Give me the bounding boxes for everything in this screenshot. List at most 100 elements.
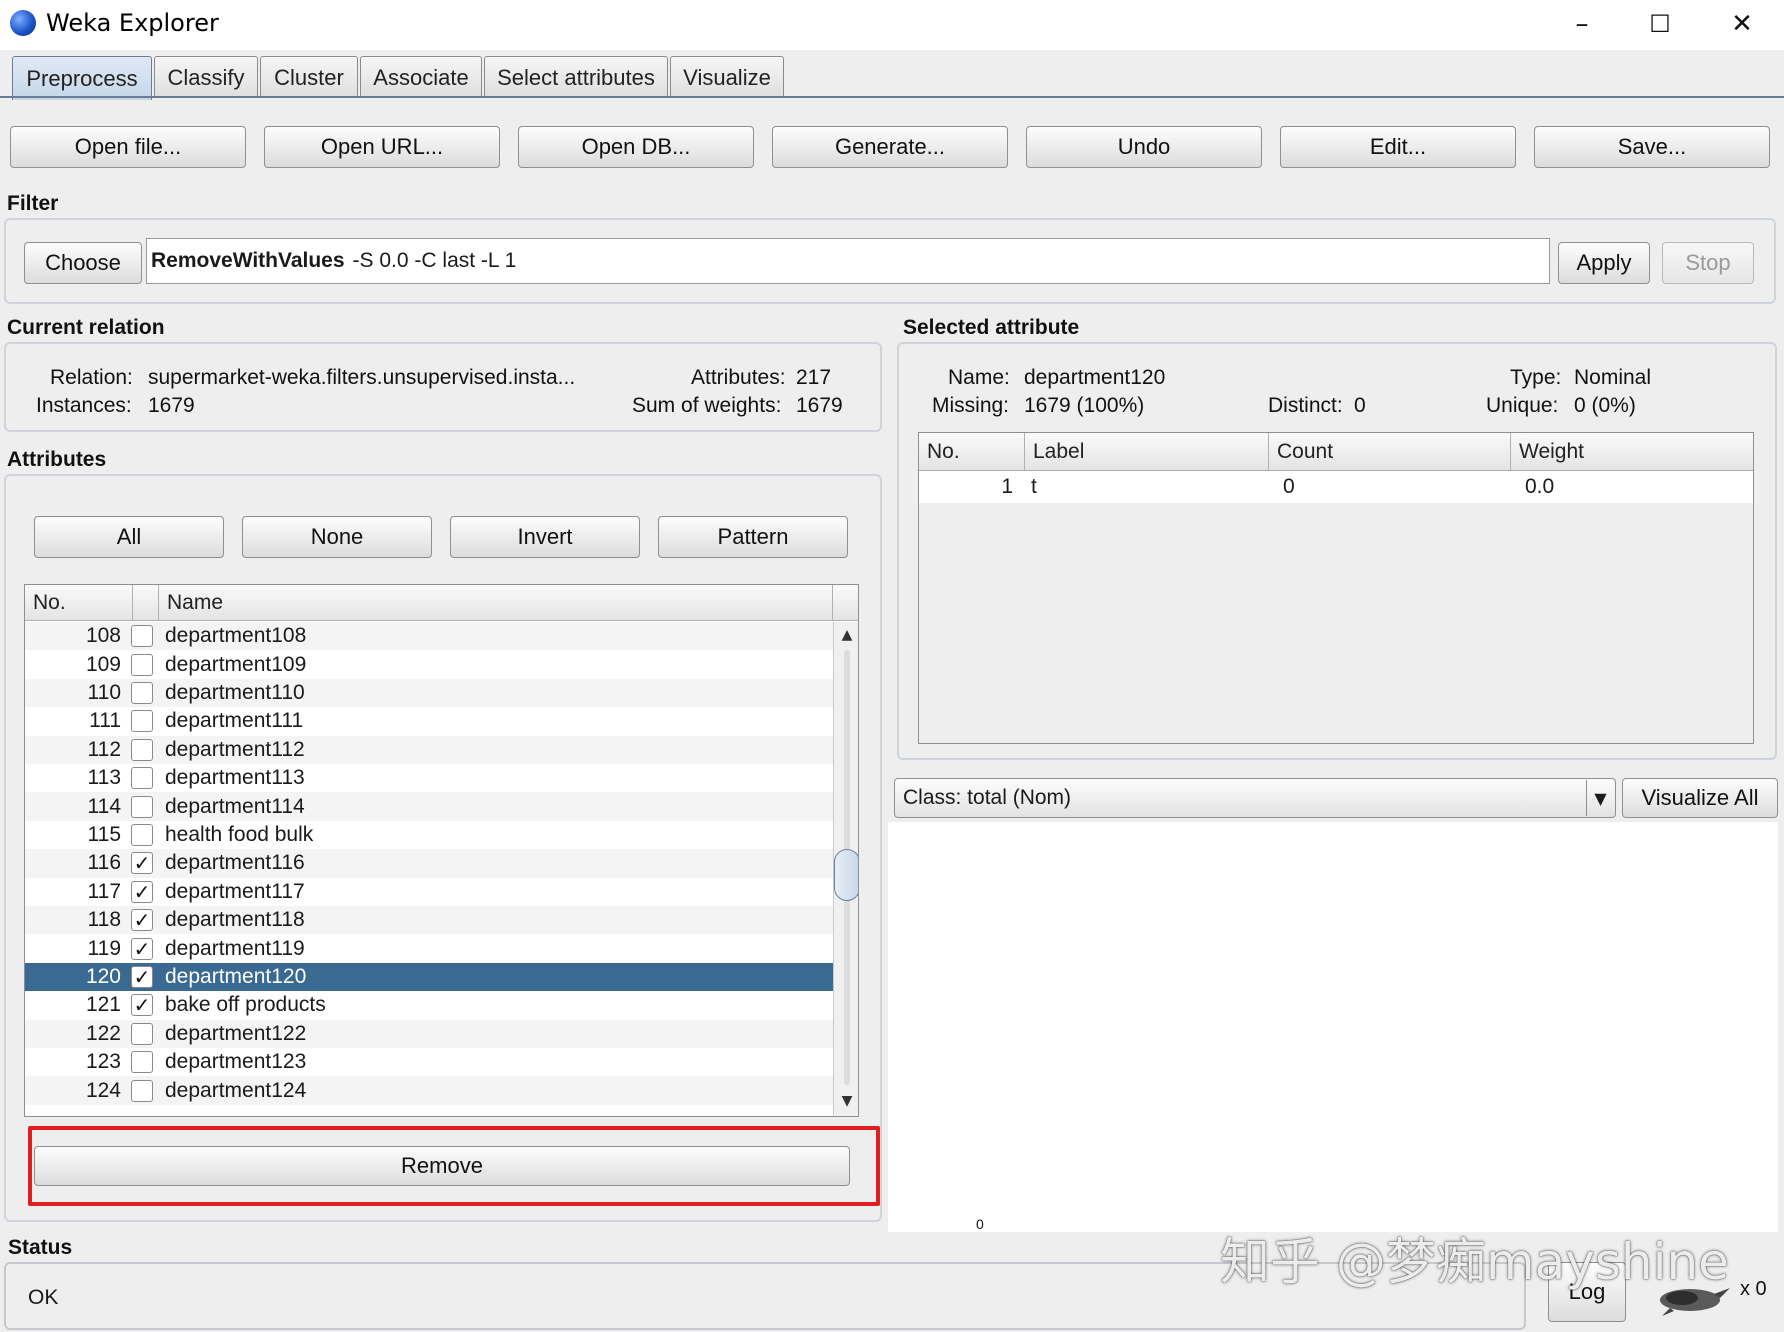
value-column-header-no[interactable]: No. — [919, 433, 1025, 471]
attr-unique-value: 0 (0%) — [1574, 394, 1636, 417]
minimize-icon[interactable]: – — [1552, 4, 1612, 44]
table-row[interactable]: 119 ✓ department119 — [25, 934, 833, 963]
attributes-scrollbar[interactable]: ▲ ▼ — [833, 622, 858, 1116]
table-row[interactable]: 114 department114 — [25, 792, 833, 821]
table-row[interactable]: 118 ✓ department118 — [25, 906, 833, 935]
tab-classify[interactable]: Classify — [154, 56, 258, 98]
row-checkbox[interactable] — [131, 767, 153, 790]
table-row[interactable]: 116 ✓ department116 — [25, 849, 833, 878]
row-checkbox[interactable]: ✓ — [131, 937, 153, 961]
scroll-down-icon[interactable]: ▼ — [834, 1088, 858, 1114]
attributes-table[interactable]: No. Name 108 department108 109 department10… — [24, 584, 859, 1117]
attributes-section-label: Attributes — [7, 448, 107, 471]
open-file-button[interactable]: Open file... — [10, 126, 246, 168]
value-row-label[interactable]: t — [1013, 471, 1269, 503]
table-row[interactable]: 124 department124 — [25, 1076, 833, 1105]
title-bar — [0, 0, 1784, 50]
open-url-button[interactable]: Open URL... — [264, 126, 500, 168]
checkmark-icon: ✓ — [133, 879, 151, 904]
sum-of-weights-label: Sum of weights: — [632, 394, 782, 417]
table-row[interactable]: 111 department111 — [25, 707, 833, 736]
row-checkbox[interactable] — [131, 823, 153, 846]
attr-distinct-label: Distinct: — [1268, 394, 1343, 417]
table-row[interactable]: 123 department123 — [25, 1048, 833, 1077]
table-row[interactable]: 120 ✓ department120 — [25, 962, 833, 992]
column-header-name[interactable]: Name — [159, 585, 833, 621]
row-name: department118 — [165, 908, 305, 932]
generate-button[interactable]: Generate... — [772, 126, 1008, 168]
row-number: 113 — [87, 766, 121, 790]
table-row[interactable]: 112 department112 — [25, 735, 833, 764]
tab-associate[interactable]: Associate — [360, 56, 482, 98]
tab-cluster[interactable]: Cluster — [260, 56, 358, 98]
edit-button[interactable]: Edit... — [1280, 126, 1516, 168]
value-column-header-label[interactable]: Label — [1025, 433, 1269, 471]
table-row[interactable]: 108 department108 — [25, 622, 833, 651]
column-header-no[interactable]: No. — [25, 585, 133, 621]
table-row[interactable]: 117 ✓ department117 — [25, 877, 833, 906]
table-row[interactable]: 109 department109 — [25, 650, 833, 679]
row-checkbox[interactable]: ✓ — [131, 851, 153, 875]
scroll-up-icon[interactable]: ▲ — [834, 622, 858, 648]
class-attribute-value: Class: total (Nom) — [903, 786, 1072, 809]
filter-name: RemoveWithValues — [151, 249, 345, 272]
attr-unique-label: Unique: — [1486, 394, 1559, 417]
row-checkbox[interactable] — [131, 653, 153, 676]
save-button[interactable]: Save... — [1534, 126, 1770, 168]
task-count: x 0 — [1740, 1278, 1767, 1300]
class-attribute-dropdown[interactable]: Class: total (Nom) — [894, 778, 1616, 818]
tab-visualize[interactable]: Visualize — [670, 56, 784, 98]
row-checkbox[interactable] — [131, 1079, 153, 1102]
value-column-header-weight[interactable]: Weight — [1511, 433, 1753, 471]
value-row-weight[interactable]: 0.0 — [1511, 471, 1753, 503]
row-checkbox[interactable] — [131, 795, 153, 818]
value-distribution-table[interactable]: No. Label Count Weight 1 t 0 0.0 — [918, 432, 1754, 744]
attributes-count-value: 217 — [796, 366, 832, 389]
table-row[interactable]: 110 department110 — [25, 678, 833, 708]
row-checkbox[interactable] — [131, 1051, 153, 1074]
maximize-icon[interactable]: ☐ — [1630, 4, 1690, 44]
table-row[interactable]: 115 health food bulk — [25, 820, 833, 850]
filter-config-field[interactable]: RemoveWithValues -S 0.0 -C last -L 1 — [146, 238, 1550, 284]
row-checkbox[interactable] — [131, 1022, 153, 1045]
status-section-label: Status — [8, 1236, 73, 1259]
attr-type-label: Type: — [1510, 366, 1562, 389]
open-db-button[interactable]: Open DB... — [518, 126, 754, 168]
select-all-button[interactable]: All — [34, 516, 224, 558]
row-checkbox[interactable] — [131, 738, 153, 761]
table-row[interactable]: 122 department122 — [25, 1019, 833, 1048]
filter-options: -S 0.0 -C last -L 1 — [352, 249, 517, 272]
value-row-count[interactable]: 0 — [1269, 471, 1511, 503]
row-name: department117 — [165, 879, 305, 903]
row-checkbox[interactable]: ✓ — [131, 908, 153, 933]
row-checkbox[interactable]: ✓ — [131, 993, 153, 1017]
checkmark-icon: ✓ — [133, 908, 151, 933]
chevron-down-icon[interactable]: ▼ — [1586, 780, 1614, 816]
row-checkbox[interactable] — [131, 625, 153, 648]
choose-filter-button[interactable]: Choose — [24, 242, 142, 284]
attributes-count-label: Attributes: — [691, 366, 786, 389]
row-number: 117 — [87, 879, 121, 903]
apply-button[interactable]: Apply — [1558, 242, 1650, 284]
histogram-bar-label: 0 — [976, 1216, 984, 1232]
value-column-header-count[interactable]: Count — [1269, 433, 1511, 471]
row-checkbox[interactable]: ✓ — [131, 879, 153, 904]
instances-label: Instances: — [36, 394, 132, 417]
tab-preprocess[interactable]: Preprocess — [12, 56, 152, 100]
table-row[interactable]: 121 ✓ bake off products — [25, 991, 833, 1020]
close-icon[interactable]: ✕ — [1712, 4, 1772, 44]
row-checkbox[interactable] — [131, 710, 153, 733]
visualize-all-button[interactable]: Visualize All — [1622, 778, 1778, 818]
select-none-button[interactable]: None — [242, 516, 432, 558]
tab-select-attributes[interactable]: Select attributes — [484, 56, 668, 98]
invert-selection-button[interactable]: Invert — [450, 516, 640, 558]
pattern-button[interactable]: Pattern — [658, 516, 848, 558]
row-checkbox[interactable]: ✓ — [131, 965, 153, 989]
scroll-thumb[interactable] — [834, 849, 858, 901]
column-header-checkbox[interactable] — [133, 585, 159, 621]
undo-button[interactable]: Undo — [1026, 126, 1262, 168]
table-row[interactable]: 113 department113 — [25, 764, 833, 793]
row-checkbox[interactable] — [131, 681, 153, 704]
value-row-no[interactable]: 1 — [919, 471, 1013, 503]
row-name: department123 — [165, 1050, 307, 1074]
